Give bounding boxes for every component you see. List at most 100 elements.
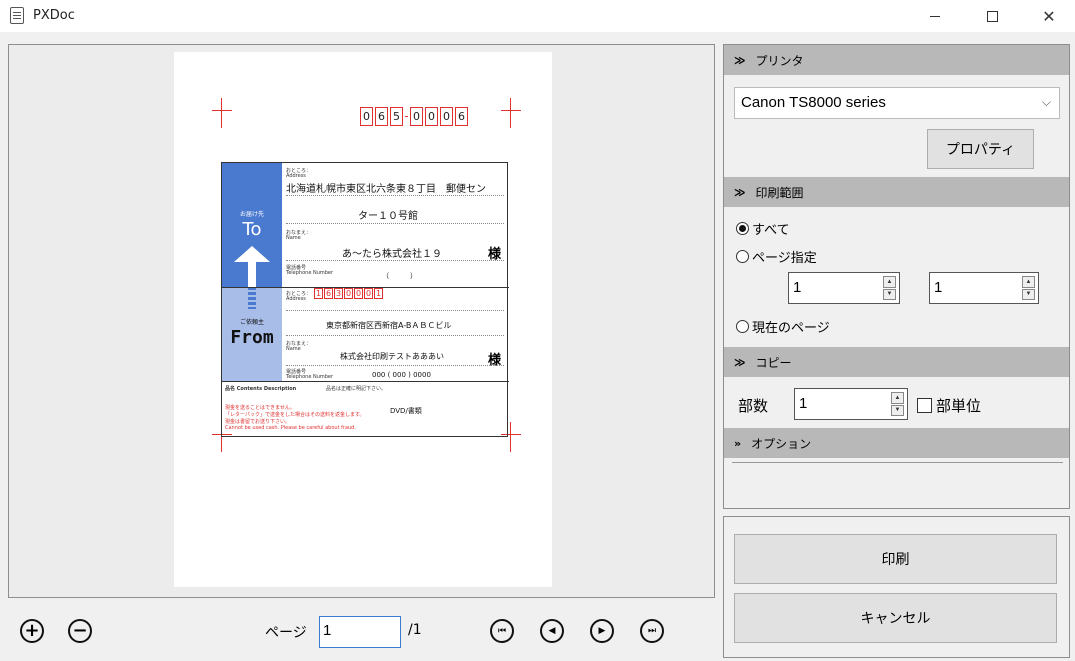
chevron-down-icon: ≫ xyxy=(734,53,746,67)
title-bar: PXDoc ✕ xyxy=(0,0,1075,32)
from-postal-code: 1 6 3 0 0 0 1 xyxy=(314,288,383,299)
zoom-in-button[interactable]: + xyxy=(20,619,44,643)
app-document-icon xyxy=(10,7,24,24)
options-header-label: オプション xyxy=(751,436,812,451)
range-pages-label: ページ指定 xyxy=(752,251,817,266)
range-from-value: 1 xyxy=(793,279,802,296)
previous-page-button[interactable]: ◀ xyxy=(540,619,564,643)
print-button[interactable]: 印刷 xyxy=(734,534,1057,584)
from-band: ご依頼主 From xyxy=(222,287,282,381)
copies-value: 1 xyxy=(799,395,808,412)
close-icon: ✕ xyxy=(1042,6,1056,26)
warning-text: Cannot be used cash. Please be careful a… xyxy=(225,425,356,431)
stepper-arrows[interactable]: ▲ ▼ xyxy=(891,392,904,416)
printer-section-header[interactable]: ≫ プリンタ xyxy=(724,45,1069,75)
radio-unselected-icon xyxy=(736,320,749,333)
from-word: From xyxy=(230,327,274,348)
to-word: To xyxy=(242,219,262,240)
warning-text: 「レターパック」で送金をした場合はその送料を返金します。 xyxy=(225,412,365,418)
printer-header-label: プリンタ xyxy=(755,53,804,68)
chevron-down-icon: ⌵ xyxy=(1041,95,1051,109)
next-page-button[interactable]: ▶ xyxy=(590,619,614,643)
postal-digit: 6 xyxy=(455,107,468,126)
contents-value: DVD/書類 xyxy=(390,407,422,415)
range-pages-radio[interactable]: ページ指定 xyxy=(736,247,817,266)
maximize-icon xyxy=(986,10,998,22)
first-page-button[interactable]: ⏮ xyxy=(490,619,514,643)
down-arrow-icon[interactable]: ▼ xyxy=(1022,288,1035,300)
divider xyxy=(732,462,1063,463)
up-arrow-shaft xyxy=(248,261,256,287)
copies-stepper[interactable]: 1 ▲ ▼ xyxy=(794,388,908,420)
down-arrow-icon[interactable]: ▼ xyxy=(891,404,904,416)
options-section-header[interactable]: » オプション xyxy=(724,428,1069,458)
postal-digit: 0 xyxy=(425,107,438,126)
page-label: ページ xyxy=(265,625,307,641)
postal-digit: 0 xyxy=(440,107,453,126)
up-arrow-icon[interactable]: ▲ xyxy=(883,276,896,288)
range-to-value: 1 xyxy=(934,279,943,296)
close-button[interactable]: ✕ xyxy=(1026,0,1072,32)
printer-select[interactable]: Canon TS8000 series ⌵ xyxy=(734,87,1060,119)
page-number-input[interactable]: 1 xyxy=(319,616,401,648)
play-right-icon: ▶ xyxy=(598,625,606,636)
dotted-rule xyxy=(286,260,504,261)
dotted-rule xyxy=(286,195,504,196)
range-section-header[interactable]: ≫ 印刷範囲 xyxy=(724,177,1069,207)
maximize-button[interactable] xyxy=(969,0,1015,32)
from-address-line: 東京都新宿区西新宿A-BＡＢＣビル xyxy=(326,321,452,330)
minus-icon: − xyxy=(72,620,88,641)
warning-text: 現金は書留でお送り下さい。 xyxy=(225,419,291,425)
page-total: /1 xyxy=(408,622,422,638)
checkbox-unchecked-icon xyxy=(917,398,932,413)
to-band: お届け先 To xyxy=(222,163,282,287)
last-page-button[interactable]: ⏭ xyxy=(640,619,664,643)
postal-digit: 0 xyxy=(344,288,353,299)
preview-page: 0 6 5 0 0 0 6 お届け先 To ご依頼主 From おところ： Ad… xyxy=(174,52,552,587)
from-name-label-en: Name xyxy=(286,346,301,352)
contents-label: 品名 Contents Description xyxy=(225,386,297,392)
dotted-rule xyxy=(286,310,504,311)
printer-select-value: Canon TS8000 series xyxy=(741,94,886,111)
range-current-label: 現在のページ xyxy=(752,321,830,336)
up-arrow-icon[interactable]: ▲ xyxy=(1022,276,1035,288)
cancel-button[interactable]: キャンセル xyxy=(734,593,1057,643)
postal-digit: 0 xyxy=(354,288,363,299)
from-tel-label-en: Telephone Number xyxy=(286,374,334,380)
range-from-stepper[interactable]: 1 ▲ ▼ xyxy=(788,272,900,304)
skip-last-icon: ⏭ xyxy=(647,625,657,636)
dotted-rule xyxy=(286,335,504,336)
print-preview-area[interactable]: 0 6 5 0 0 0 6 お届け先 To ご依頼主 From おところ： Ad… xyxy=(8,44,715,598)
dashed-arrow-shaft xyxy=(248,287,256,309)
postal-digit: 0 xyxy=(410,107,423,126)
up-arrow-icon[interactable]: ▲ xyxy=(891,392,904,404)
stepper-arrows[interactable]: ▲ ▼ xyxy=(1022,276,1035,300)
range-to-stepper[interactable]: 1 ▲ ▼ xyxy=(929,272,1039,304)
postal-digit: 6 xyxy=(375,107,388,126)
collate-checkbox[interactable]: 部単位 xyxy=(917,395,981,416)
minimize-button[interactable] xyxy=(912,0,958,32)
crop-mark-top-right xyxy=(501,98,521,128)
range-all-label: すべて xyxy=(752,223,790,238)
stepper-arrows[interactable]: ▲ ▼ xyxy=(883,276,896,300)
to-tel-value: （ ） xyxy=(382,272,417,280)
collate-label: 部単位 xyxy=(936,397,982,415)
copy-header-label: コピー xyxy=(755,355,792,370)
copies-label: 部数 xyxy=(738,397,769,415)
properties-button[interactable]: プロパティ xyxy=(927,129,1034,169)
range-current-radio[interactable]: 現在のページ xyxy=(736,317,830,336)
range-all-radio[interactable]: すべて xyxy=(736,219,790,238)
chevron-right-icon: » xyxy=(734,436,742,450)
copy-section-header[interactable]: ≫ コピー xyxy=(724,347,1069,377)
postal-digit: 0 xyxy=(360,107,373,126)
shipping-label: お届け先 To ご依頼主 From おところ： Address 北海道札幌市東区… xyxy=(221,162,509,437)
from-name: 株式会社印刷テストあああい xyxy=(340,352,444,361)
zoom-out-button[interactable]: − xyxy=(68,619,92,643)
range-header-label: 印刷範囲 xyxy=(755,185,804,200)
postal-digit: 0 xyxy=(364,288,373,299)
chevron-down-icon: ≫ xyxy=(734,185,746,199)
plus-icon: + xyxy=(24,620,40,641)
to-name-label-en: Name xyxy=(286,235,301,241)
down-arrow-icon[interactable]: ▼ xyxy=(883,288,896,300)
play-left-icon: ◀ xyxy=(548,625,556,636)
